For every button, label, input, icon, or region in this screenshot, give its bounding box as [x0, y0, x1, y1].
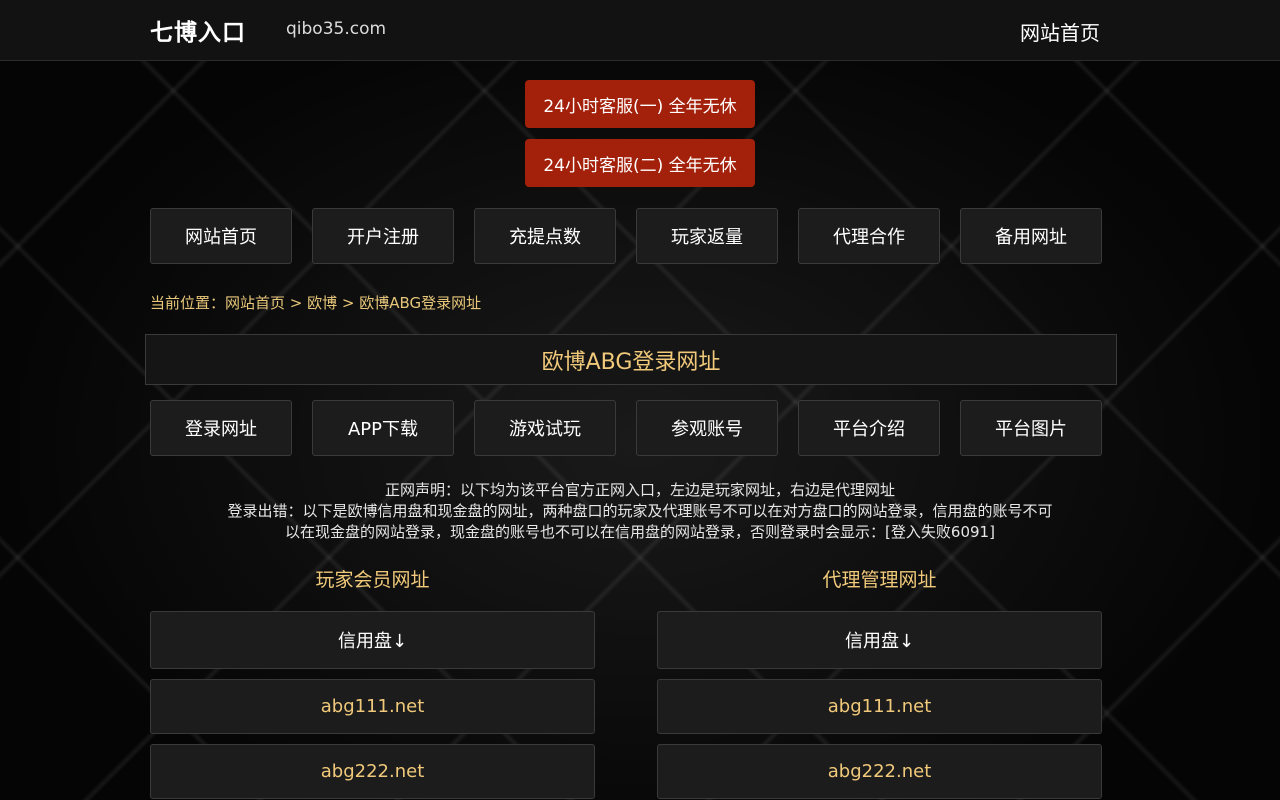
agent-url-link[interactable]: abg222.net	[657, 744, 1102, 799]
breadcrumb-separator: >	[285, 294, 308, 312]
agent-column-title: 代理管理网址	[822, 569, 937, 591]
tab-game-trial[interactable]: 游戏试玩	[474, 400, 616, 456]
notice-line: 以在现金盘的网站登录，现金盘的账号也不可以在信用盘的网站登录，否则登录时会显示：…	[285, 523, 995, 541]
customer-service-button-2[interactable]: 24小时客服(二) 全年无休	[525, 139, 755, 187]
breadcrumb-current[interactable]: 欧博ABG登录网址	[359, 294, 481, 312]
top-home-link[interactable]: 网站首页	[1020, 17, 1100, 46]
breadcrumb: 当前位置：网站首页 > 欧博 > 欧博ABG登录网址	[150, 292, 481, 313]
notice-line: 正网声明：以下均为该平台官方正网入口，左边是玩家网址，右边是代理网址	[384, 481, 895, 499]
nav-agent-button[interactable]: 代理合作	[798, 208, 940, 264]
breadcrumb-separator: >	[337, 294, 360, 312]
nav-home-button[interactable]: 网站首页	[150, 208, 292, 264]
player-credit-header: 信用盘↓	[150, 611, 595, 669]
sub-nav: 登录网址 APP下载 游戏试玩 参观账号 平台介绍 平台图片	[150, 400, 1102, 456]
agent-url-link[interactable]: abg111.net	[657, 679, 1102, 734]
page-title: 欧博ABG登录网址	[145, 334, 1117, 385]
breadcrumb-category-link[interactable]: 欧博	[307, 294, 337, 312]
notice-text: 正网声明：以下均为该平台官方正网入口，左边是玩家网址，右边是代理网址 登录出错：…	[150, 480, 1130, 543]
top-navbar: 七博入口 qibo35.com 网站首页	[0, 0, 1280, 61]
agent-credit-header: 信用盘↓	[657, 611, 1102, 669]
player-column-title: 玩家会员网址	[315, 569, 430, 591]
nav-backup-url-button[interactable]: 备用网址	[960, 208, 1102, 264]
tab-login-url[interactable]: 登录网址	[150, 400, 292, 456]
player-url-link[interactable]: abg222.net	[150, 744, 595, 799]
nav-register-button[interactable]: 开户注册	[312, 208, 454, 264]
nav-deposit-button[interactable]: 充提点数	[474, 208, 616, 264]
main-nav: 网站首页 开户注册 充提点数 玩家返量 代理合作 备用网址	[150, 208, 1102, 264]
tab-app-download[interactable]: APP下载	[312, 400, 454, 456]
site-domain: qibo35.com	[286, 19, 387, 39]
tab-platform-images[interactable]: 平台图片	[960, 400, 1102, 456]
page: 七博入口 qibo35.com 网站首页 24小时客服(一) 全年无休 24小时…	[0, 0, 1280, 800]
customer-service-button-1[interactable]: 24小时客服(一) 全年无休	[525, 80, 755, 128]
nav-rebate-button[interactable]: 玩家返量	[636, 208, 778, 264]
breadcrumb-home-link[interactable]: 网站首页	[225, 294, 285, 312]
breadcrumb-prefix: 当前位置：	[150, 294, 226, 312]
tab-visitor-account[interactable]: 参观账号	[636, 400, 778, 456]
player-url-link[interactable]: abg111.net	[150, 679, 595, 734]
tab-platform-intro[interactable]: 平台介绍	[798, 400, 940, 456]
site-brand[interactable]: 七博入口	[150, 13, 246, 47]
notice-line: 登录出错：以下是欧博信用盘和现金盘的网址，两种盘口的玩家及代理账号不可以在对方盘…	[227, 502, 1053, 520]
